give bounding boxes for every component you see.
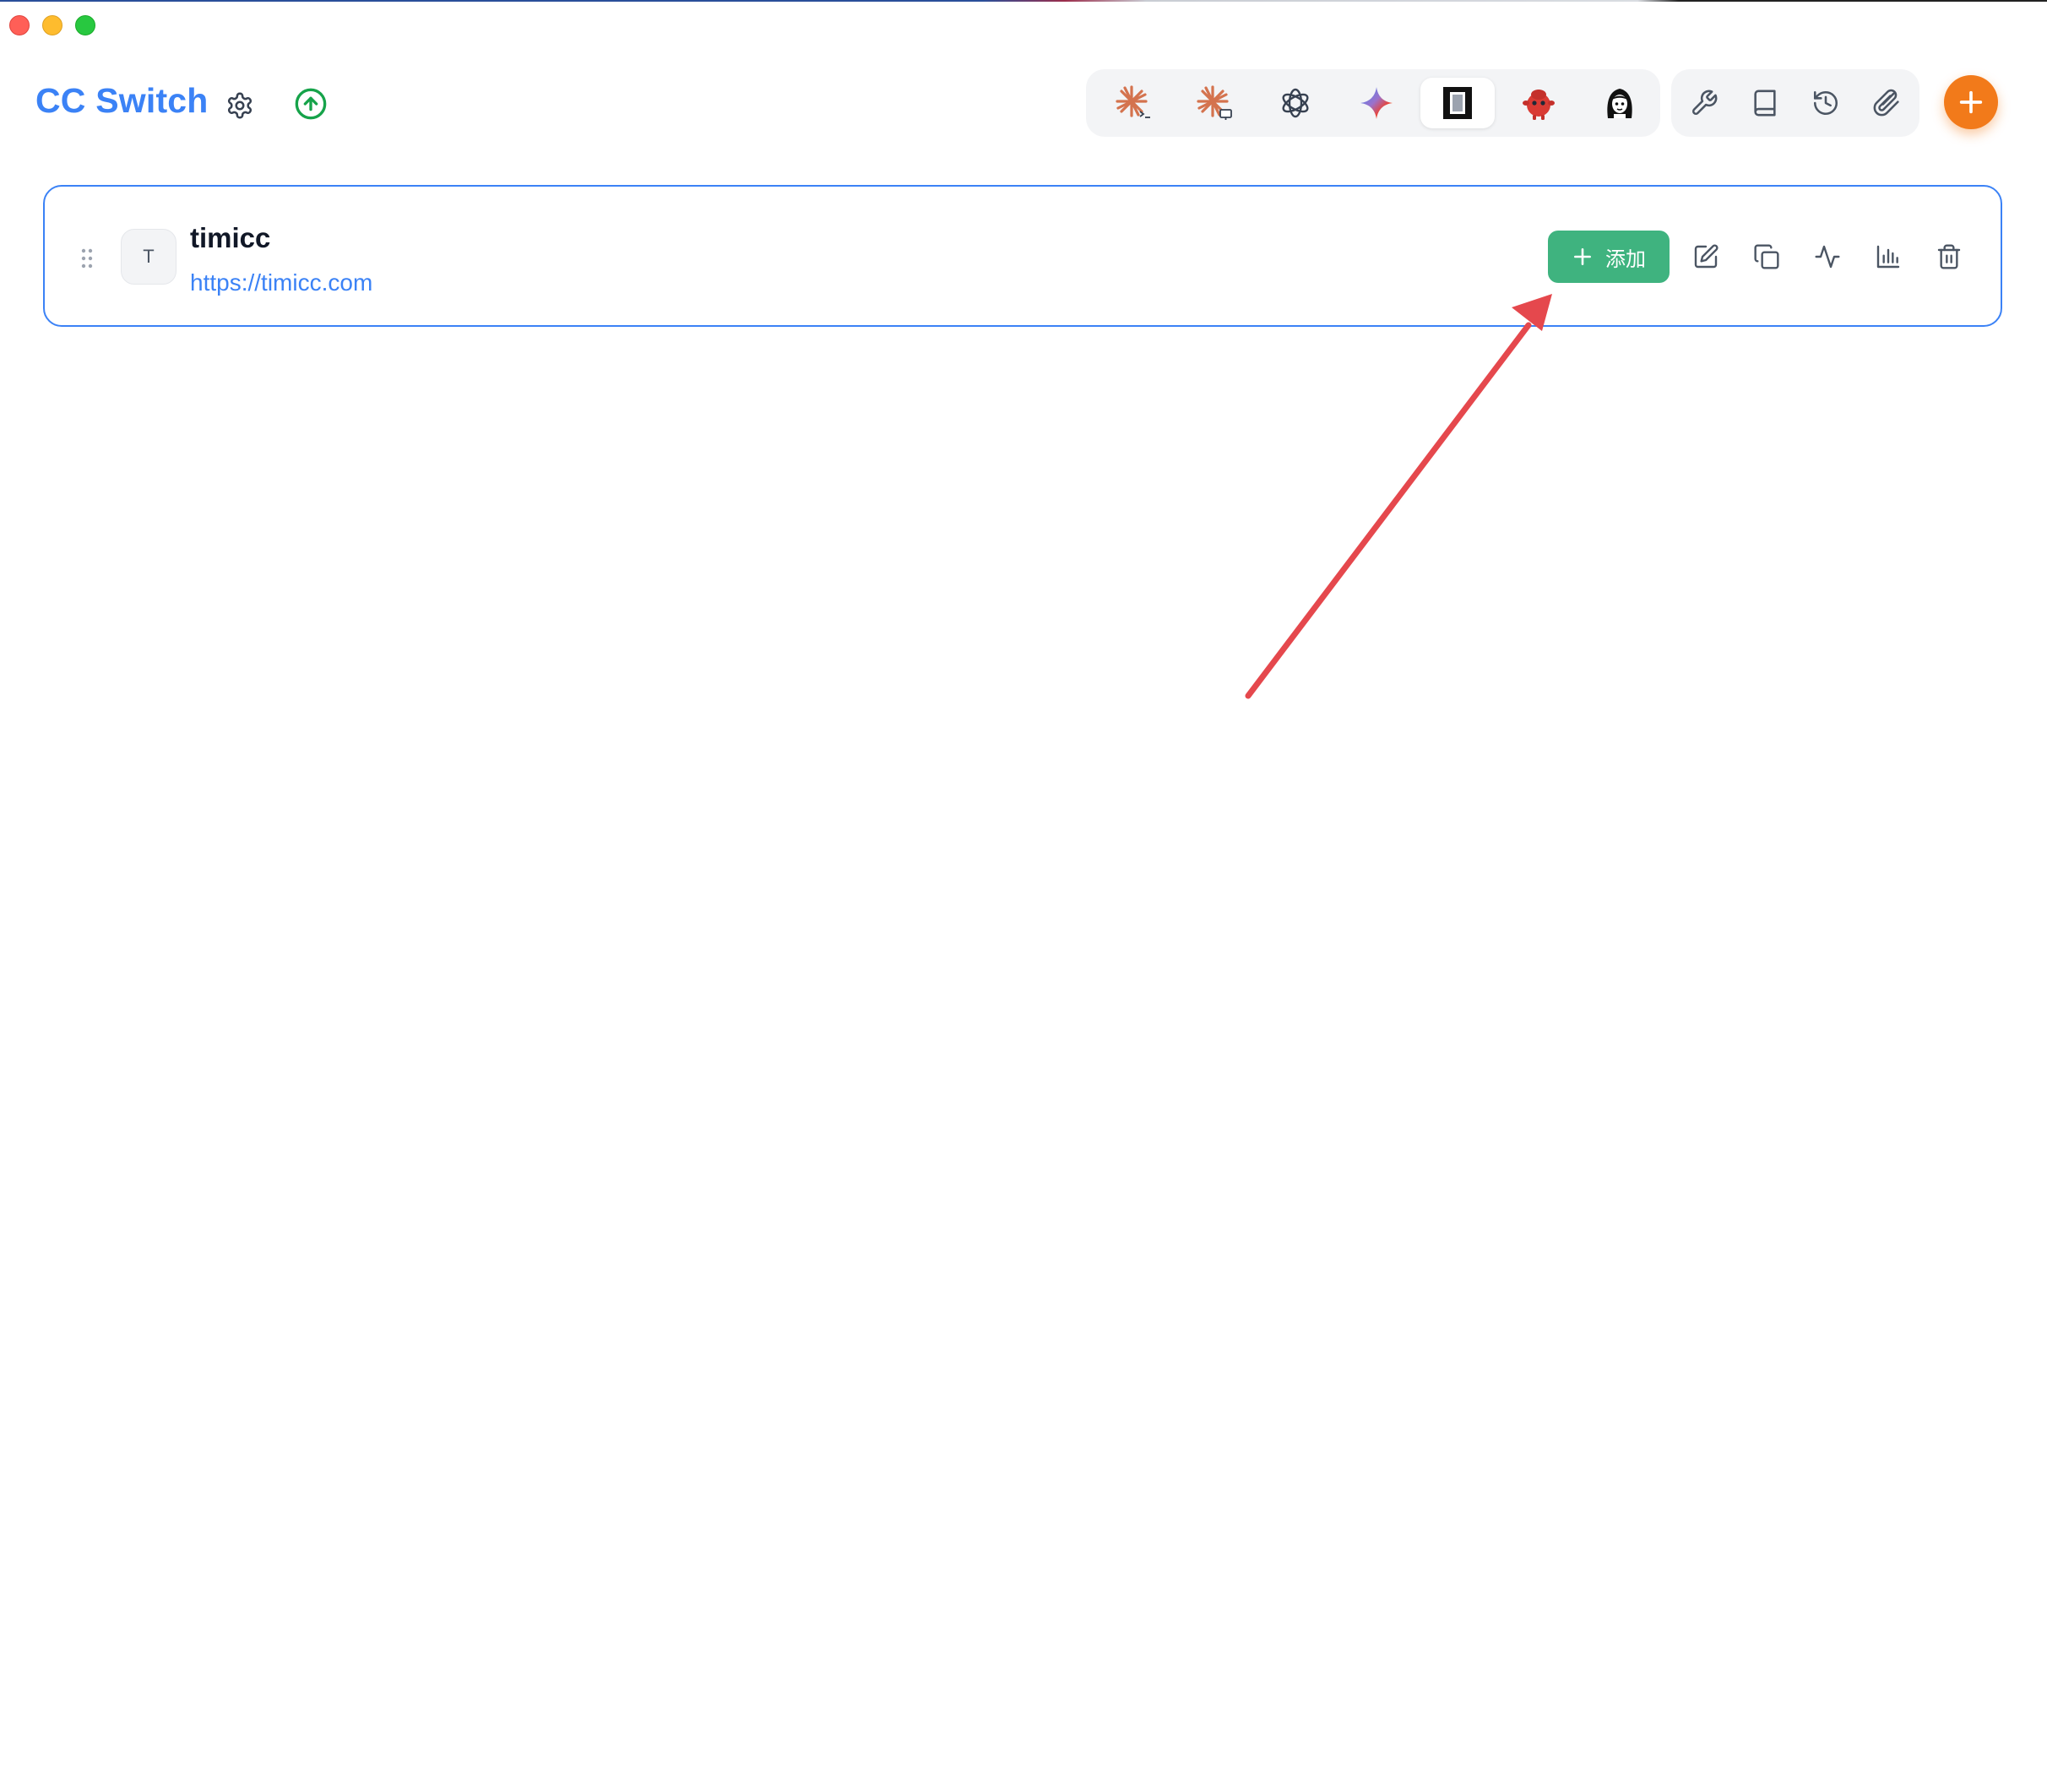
duplicate-provider-button[interactable] xyxy=(1747,237,1786,276)
provider-card[interactable]: T timicc https://timicc.com 添加 xyxy=(43,185,2002,327)
zoom-window-button[interactable] xyxy=(75,15,95,35)
arrow-up-circle-icon xyxy=(295,88,327,120)
tab-opencode[interactable] xyxy=(1420,78,1495,128)
test-provider-button[interactable] xyxy=(1808,237,1847,276)
plus-icon xyxy=(1574,248,1591,265)
provider-avatar: T xyxy=(121,229,176,285)
trash-icon xyxy=(1937,244,1961,269)
provider-name: timicc xyxy=(190,222,271,253)
check-update-button[interactable] xyxy=(291,84,330,123)
app-title: CC Switch xyxy=(35,81,209,120)
app-window: CC Switch T timicc https://timicc.com 添加 xyxy=(0,0,2047,1792)
minimize-window-button[interactable] xyxy=(42,15,62,35)
gemini-icon xyxy=(1360,87,1393,119)
claude-desktop-icon xyxy=(1197,85,1232,120)
wrench-icon xyxy=(1692,90,1718,115)
tab-openai[interactable] xyxy=(1258,78,1333,128)
edit-icon xyxy=(1694,244,1719,269)
history-button[interactable] xyxy=(1805,83,1847,123)
paperclip-icon xyxy=(1873,89,1899,117)
activity-icon xyxy=(1815,245,1840,269)
prompts-button[interactable] xyxy=(1744,83,1786,123)
book-icon xyxy=(1754,90,1776,117)
close-window-button[interactable] xyxy=(9,15,30,35)
openai-icon xyxy=(1282,88,1309,118)
window-top-edge xyxy=(0,0,2047,2)
claude-code-icon xyxy=(1116,85,1150,118)
opencode-icon xyxy=(1443,87,1472,119)
bar-chart-icon xyxy=(1876,245,1900,269)
app-switcher xyxy=(1086,69,1660,137)
red-bot-icon xyxy=(1523,90,1555,120)
tab-claude-code[interactable] xyxy=(1096,78,1170,128)
tools-bar xyxy=(1671,69,1919,137)
grip-vertical-icon xyxy=(81,248,93,269)
tab-gemini[interactable] xyxy=(1339,78,1414,128)
copy-icon xyxy=(1754,244,1779,269)
plus-icon xyxy=(1959,90,1983,114)
add-provider-button[interactable] xyxy=(1944,75,1998,129)
avatar-app-icon xyxy=(1607,89,1632,118)
edit-provider-button[interactable] xyxy=(1686,237,1725,276)
usage-stats-button[interactable] xyxy=(1869,237,1908,276)
attachments-button[interactable] xyxy=(1865,83,1908,123)
history-icon xyxy=(1813,90,1838,116)
tab-red-bot[interactable] xyxy=(1501,78,1576,128)
tools-button[interactable] xyxy=(1683,83,1725,123)
gear-icon xyxy=(227,92,252,119)
settings-button[interactable] xyxy=(221,87,258,124)
provider-url-link[interactable]: https://timicc.com xyxy=(190,269,372,296)
tab-avatar-app[interactable] xyxy=(1583,78,1657,128)
enable-provider-label: 添加 xyxy=(1605,247,1646,271)
tab-claude-desktop[interactable] xyxy=(1177,78,1252,128)
enable-provider-button[interactable]: 添加 xyxy=(1548,231,1670,283)
drag-handle[interactable] xyxy=(77,246,97,271)
delete-provider-button[interactable] xyxy=(1930,237,1968,276)
